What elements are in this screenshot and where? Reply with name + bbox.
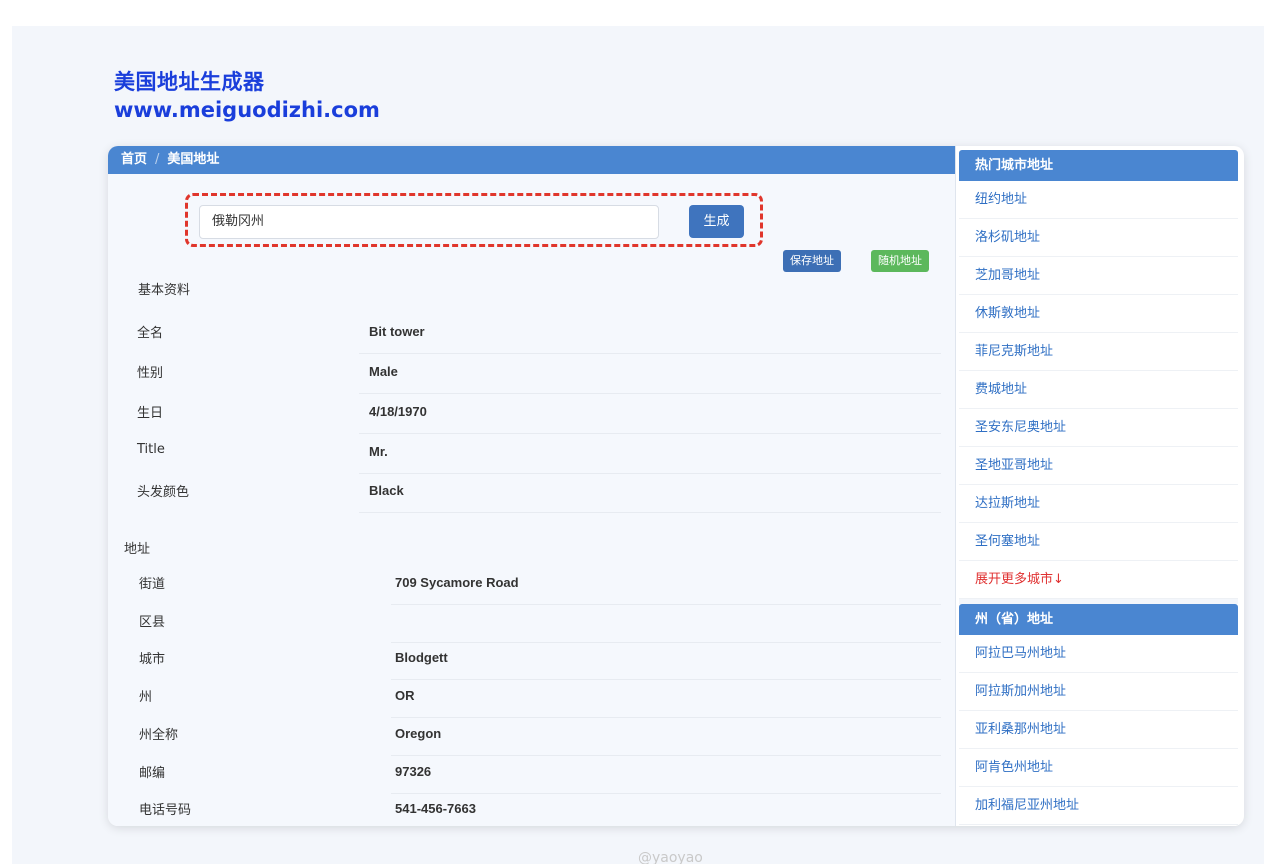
state-search-input[interactable]: 俄勒冈州 xyxy=(199,205,659,239)
breadcrumb: 首页 / 美国地址 xyxy=(108,146,955,174)
field-value: Black xyxy=(369,483,404,498)
breadcrumb-separator: / xyxy=(155,152,160,167)
table-row: 性别 Male xyxy=(137,354,941,394)
hot-cities-heading: 热门城市地址 xyxy=(959,150,1238,181)
brand-title: 美国地址生成器 xyxy=(114,70,265,94)
sidebar-item-city[interactable]: 休斯敦地址 xyxy=(959,295,1238,333)
sidebar-item-city[interactable]: 圣何塞地址 xyxy=(959,523,1238,561)
table-row: 邮编 97326 xyxy=(137,754,941,794)
content-card: 首页 / 美国地址 俄勒冈州 生成 保存地址 随机地址 基本资料 全名 Bit to… xyxy=(108,146,1244,826)
field-label: 生日 xyxy=(137,406,164,421)
field-value: 541-456-7663 xyxy=(395,801,476,816)
field-value: 709 Sycamore Road xyxy=(395,575,519,590)
field-label: Title xyxy=(137,442,165,457)
table-row: 州全称 Oregon xyxy=(137,716,941,756)
sidebar-item-state[interactable]: 加利福尼亚州地址 xyxy=(959,787,1238,825)
field-label: 州 xyxy=(139,690,153,705)
states-heading: 州（省）地址 xyxy=(959,604,1238,635)
sidebar-item-state[interactable]: 阿拉斯加州地址 xyxy=(959,673,1238,711)
breadcrumb-current[interactable]: 美国地址 xyxy=(167,152,219,167)
address-heading: 地址 xyxy=(124,542,151,557)
table-row: 生日 4/18/1970 xyxy=(137,394,941,434)
random-address-button[interactable]: 随机地址 xyxy=(871,250,929,272)
field-value: Oregon xyxy=(395,726,442,741)
sidebar: 热门城市地址 纽约地址 洛杉矶地址 芝加哥地址 休斯敦地址 菲尼克斯地址 费城地… xyxy=(959,150,1238,826)
field-value: Blodgett xyxy=(395,650,448,665)
field-value: Male xyxy=(369,364,398,379)
sidebar-item-city[interactable]: 纽约地址 xyxy=(959,181,1238,219)
sidebar-item-city[interactable]: 洛杉矶地址 xyxy=(959,219,1238,257)
field-label: 电话号码 xyxy=(139,803,192,818)
table-row: 全名 Bit tower xyxy=(137,314,941,354)
search-highlight-box: 俄勒冈州 生成 xyxy=(185,193,763,247)
table-row: 州 OR xyxy=(137,678,941,718)
save-address-button[interactable]: 保存地址 xyxy=(783,250,841,272)
sidebar-item-city[interactable]: 芝加哥地址 xyxy=(959,257,1238,295)
table-row: 区县 xyxy=(137,603,941,643)
sidebar-item-city[interactable]: 菲尼克斯地址 xyxy=(959,333,1238,371)
sidebar-item-state[interactable]: 阿肯色州地址 xyxy=(959,749,1238,787)
sidebar-item-state[interactable]: 阿拉巴马州地址 xyxy=(959,635,1238,673)
field-label: 街道 xyxy=(139,577,166,592)
watermark: @yaoyao xyxy=(638,850,703,864)
table-row: 街道 709 Sycamore Road xyxy=(137,565,941,605)
field-label: 全名 xyxy=(137,326,164,341)
field-value: 4/18/1970 xyxy=(369,404,427,419)
field-label: 城市 xyxy=(139,652,166,667)
sidebar-item-state[interactable]: 亚利桑那州地址 xyxy=(959,711,1238,749)
table-row: 头发颜色 Black xyxy=(137,473,941,513)
sidebar-item-city[interactable]: 圣地亚哥地址 xyxy=(959,447,1238,485)
sidebar-item-city[interactable]: 达拉斯地址 xyxy=(959,485,1238,523)
sidebar-item-city[interactable]: 费城地址 xyxy=(959,371,1238,409)
field-value: OR xyxy=(395,688,415,703)
field-label: 区县 xyxy=(139,615,166,630)
table-row: 电话号码 541-456-7663 xyxy=(137,791,941,826)
field-label: 邮编 xyxy=(139,766,166,781)
breadcrumb-home[interactable]: 首页 xyxy=(121,152,147,167)
field-label: 性别 xyxy=(137,366,164,381)
field-label: 头发颜色 xyxy=(137,485,190,500)
field-value: Bit tower xyxy=(369,324,425,339)
expand-more-cities-link[interactable]: 展开更多城市↓ xyxy=(959,561,1238,599)
table-row: 城市 Blodgett xyxy=(137,640,941,680)
brand-url[interactable]: www.meiguodizhi.com xyxy=(114,96,380,124)
brand: 美国地址生成器 www.meiguodizhi.com xyxy=(114,68,380,124)
sidebar-item-city[interactable]: 圣安东尼奥地址 xyxy=(959,409,1238,447)
generate-button[interactable]: 生成 xyxy=(689,205,744,238)
basic-info-heading: 基本资料 xyxy=(138,283,191,298)
main-panel: 首页 / 美国地址 俄勒冈州 生成 保存地址 随机地址 基本资料 全名 Bit to… xyxy=(108,146,956,826)
field-label: 州全称 xyxy=(139,728,179,743)
field-value: 97326 xyxy=(395,764,432,779)
field-value: Mr. xyxy=(369,444,388,459)
table-row: Title Mr. xyxy=(137,434,941,474)
